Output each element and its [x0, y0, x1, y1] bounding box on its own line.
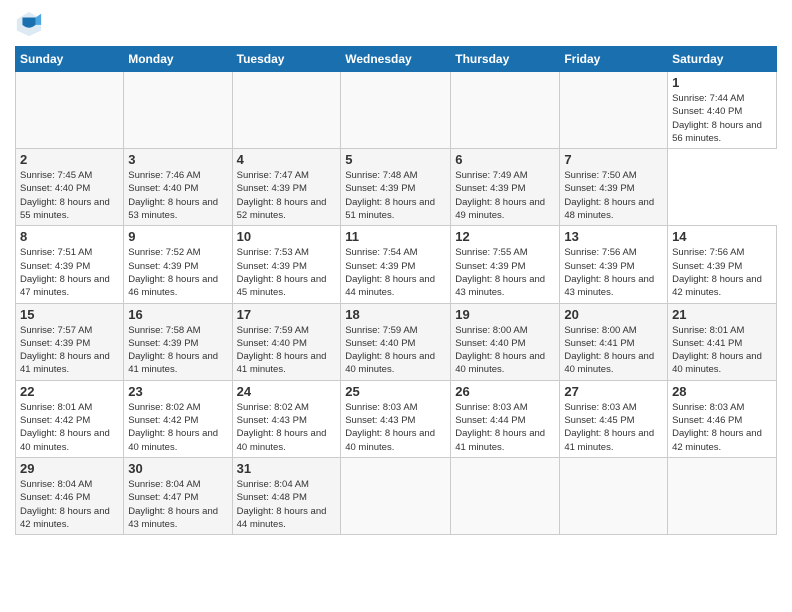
empty-cell: [124, 72, 232, 149]
empty-cell: [232, 72, 341, 149]
day-cell-27: 27 Sunrise: 8:03 AMSunset: 4:45 PMDaylig…: [560, 380, 668, 457]
day-cell-13: 13 Sunrise: 7:56 AMSunset: 4:39 PMDaylig…: [560, 226, 668, 303]
day-cell-19: 19 Sunrise: 8:00 AMSunset: 4:40 PMDaylig…: [451, 303, 560, 380]
col-header-tuesday: Tuesday: [232, 47, 341, 72]
day-cell-15: 15 Sunrise: 7:57 AMSunset: 4:39 PMDaylig…: [16, 303, 124, 380]
empty-cell: [341, 457, 451, 534]
day-cell-9: 9 Sunrise: 7:52 AMSunset: 4:39 PMDayligh…: [124, 226, 232, 303]
day-cell-30: 30 Sunrise: 8:04 AMSunset: 4:47 PMDaylig…: [124, 457, 232, 534]
day-cell-20: 20 Sunrise: 8:00 AMSunset: 4:41 PMDaylig…: [560, 303, 668, 380]
day-cell-28: 28 Sunrise: 8:03 AMSunset: 4:46 PMDaylig…: [668, 380, 777, 457]
day-cell-12: 12 Sunrise: 7:55 AMSunset: 4:39 PMDaylig…: [451, 226, 560, 303]
day-cell-14: 14 Sunrise: 7:56 AMSunset: 4:39 PMDaylig…: [668, 226, 777, 303]
day-cell-26: 26 Sunrise: 8:03 AMSunset: 4:44 PMDaylig…: [451, 380, 560, 457]
day-cell-16: 16 Sunrise: 7:58 AMSunset: 4:39 PMDaylig…: [124, 303, 232, 380]
header: [15, 10, 777, 38]
page: SundayMondayTuesdayWednesdayThursdayFrid…: [0, 0, 792, 612]
empty-cell: [560, 457, 668, 534]
week-row-5: 22 Sunrise: 8:01 AMSunset: 4:42 PMDaylig…: [16, 380, 777, 457]
empty-cell: [668, 457, 777, 534]
empty-cell: [16, 72, 124, 149]
empty-cell: [341, 72, 451, 149]
week-row-3: 8 Sunrise: 7:51 AMSunset: 4:39 PMDayligh…: [16, 226, 777, 303]
day-cell-7: 7 Sunrise: 7:50 AMSunset: 4:39 PMDayligh…: [560, 149, 668, 226]
day-cell-22: 22 Sunrise: 8:01 AMSunset: 4:42 PMDaylig…: [16, 380, 124, 457]
col-header-thursday: Thursday: [451, 47, 560, 72]
day-cell-8: 8 Sunrise: 7:51 AMSunset: 4:39 PMDayligh…: [16, 226, 124, 303]
day-cell-21: 21 Sunrise: 8:01 AMSunset: 4:41 PMDaylig…: [668, 303, 777, 380]
col-header-wednesday: Wednesday: [341, 47, 451, 72]
week-row-4: 15 Sunrise: 7:57 AMSunset: 4:39 PMDaylig…: [16, 303, 777, 380]
day-cell-4: 4 Sunrise: 7:47 AMSunset: 4:39 PMDayligh…: [232, 149, 341, 226]
day-cell-5: 5 Sunrise: 7:48 AMSunset: 4:39 PMDayligh…: [341, 149, 451, 226]
empty-cell: [451, 72, 560, 149]
logo-icon: [15, 10, 43, 38]
day-cell-31: 31 Sunrise: 8:04 AMSunset: 4:48 PMDaylig…: [232, 457, 341, 534]
week-row-6: 29 Sunrise: 8:04 AMSunset: 4:46 PMDaylig…: [16, 457, 777, 534]
day-cell-29: 29 Sunrise: 8:04 AMSunset: 4:46 PMDaylig…: [16, 457, 124, 534]
col-header-saturday: Saturday: [668, 47, 777, 72]
calendar-table: SundayMondayTuesdayWednesdayThursdayFrid…: [15, 46, 777, 535]
empty-cell: [560, 72, 668, 149]
empty-cell: [451, 457, 560, 534]
day-cell-11: 11 Sunrise: 7:54 AMSunset: 4:39 PMDaylig…: [341, 226, 451, 303]
week-row-1: 1 Sunrise: 7:44 AMSunset: 4:40 PMDayligh…: [16, 72, 777, 149]
logo: [15, 10, 47, 38]
day-cell-23: 23 Sunrise: 8:02 AMSunset: 4:42 PMDaylig…: [124, 380, 232, 457]
day-cell-18: 18 Sunrise: 7:59 AMSunset: 4:40 PMDaylig…: [341, 303, 451, 380]
col-header-friday: Friday: [560, 47, 668, 72]
day-cell-6: 6 Sunrise: 7:49 AMSunset: 4:39 PMDayligh…: [451, 149, 560, 226]
day-cell-17: 17 Sunrise: 7:59 AMSunset: 4:40 PMDaylig…: [232, 303, 341, 380]
day-cell-10: 10 Sunrise: 7:53 AMSunset: 4:39 PMDaylig…: [232, 226, 341, 303]
day-cell-1: 1 Sunrise: 7:44 AMSunset: 4:40 PMDayligh…: [668, 72, 777, 149]
day-cell-2: 2 Sunrise: 7:45 AMSunset: 4:40 PMDayligh…: [16, 149, 124, 226]
day-cell-24: 24 Sunrise: 8:02 AMSunset: 4:43 PMDaylig…: [232, 380, 341, 457]
col-header-monday: Monday: [124, 47, 232, 72]
week-row-2: 2 Sunrise: 7:45 AMSunset: 4:40 PMDayligh…: [16, 149, 777, 226]
day-cell-3: 3 Sunrise: 7:46 AMSunset: 4:40 PMDayligh…: [124, 149, 232, 226]
col-header-sunday: Sunday: [16, 47, 124, 72]
day-cell-25: 25 Sunrise: 8:03 AMSunset: 4:43 PMDaylig…: [341, 380, 451, 457]
